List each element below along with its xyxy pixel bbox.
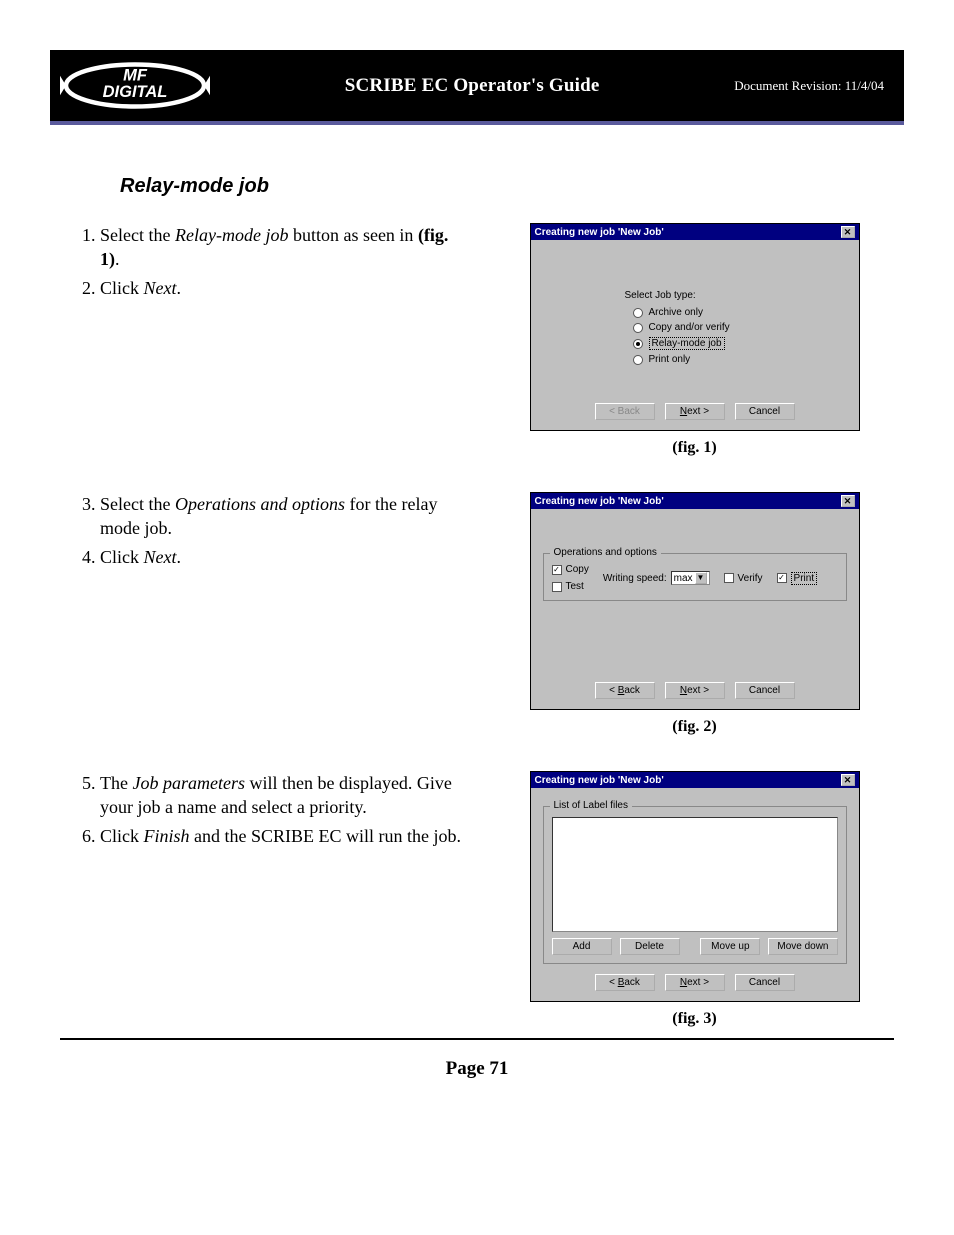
move-up-button[interactable]: Move up <box>700 938 760 955</box>
back-button[interactable]: < Back <box>595 974 655 991</box>
step-6: Click Finish and the SCRIBE EC will run … <box>100 824 465 848</box>
delete-button[interactable]: Delete <box>620 938 680 955</box>
writing-speed-select[interactable]: max ▼ <box>671 571 710 585</box>
add-button[interactable]: Add <box>552 938 612 955</box>
row-fig2: Select the Operations and options for th… <box>60 492 894 736</box>
step-4: Click Next. <box>100 545 465 569</box>
step-5: The Job parameters will then be displaye… <box>100 771 465 820</box>
checkbox-print[interactable]: Print <box>777 572 818 585</box>
groupbox-title: Operations and options <box>550 547 661 558</box>
cancel-button[interactable]: Cancel <box>735 403 795 420</box>
dialog-title-text: Creating new job 'New Job' <box>535 775 664 786</box>
operations-groupbox: Operations and options Copy T <box>543 553 847 601</box>
chevron-down-icon: ▼ <box>695 572 707 584</box>
dialog-title-text: Creating new job 'New Job' <box>535 496 664 507</box>
row-fig3: The Job parameters will then be displaye… <box>60 771 894 1028</box>
instructions-block-3: The Job parameters will then be displaye… <box>60 771 465 852</box>
next-button[interactable]: Next > <box>665 403 725 420</box>
select-job-type-label: Select Job type: <box>625 290 765 301</box>
radio-icon <box>633 308 643 318</box>
dialog-fig1: Creating new job 'New Job' ✕ Select Job … <box>530 223 860 431</box>
next-button[interactable]: Next > <box>665 974 725 991</box>
close-icon[interactable]: ✕ <box>841 226 855 238</box>
close-icon[interactable]: ✕ <box>841 495 855 507</box>
fig1-caption: (fig. 1) <box>672 439 716 457</box>
radio-icon <box>633 355 643 365</box>
label-files-listbox[interactable] <box>552 817 838 932</box>
header-title: SCRIBE EC Operator's Guide <box>210 75 734 97</box>
groupbox-title: List of Label files <box>550 800 633 811</box>
radio-archive-only[interactable]: Archive only <box>633 307 765 318</box>
move-down-button[interactable]: Move down <box>768 938 837 955</box>
dialog-title-text: Creating new job 'New Job' <box>535 227 664 238</box>
section-title: Relay-mode job <box>120 175 894 198</box>
logo: MF DIGITAL <box>60 58 210 113</box>
radio-relay-mode[interactable]: Relay-mode job <box>633 337 765 350</box>
radio-copy-verify[interactable]: Copy and/or verify <box>633 322 765 333</box>
header-bar: MF DIGITAL SCRIBE EC Operator's Guide Do… <box>50 50 904 125</box>
dialog-titlebar: Creating new job 'New Job' ✕ <box>531 493 859 509</box>
step-2: Click Next. <box>100 276 465 300</box>
fig2-caption: (fig. 2) <box>672 718 716 736</box>
dialog-fig3: Creating new job 'New Job' ✕ List of Lab… <box>530 771 860 1002</box>
figure-2-column: Creating new job 'New Job' ✕ Operations … <box>495 492 894 736</box>
row-fig1: Select the Relay-mode job button as seen… <box>60 223 894 457</box>
figure-3-column: Creating new job 'New Job' ✕ List of Lab… <box>495 771 894 1028</box>
checkbox-verify[interactable]: Verify <box>724 573 763 584</box>
cancel-button[interactable]: Cancel <box>735 682 795 699</box>
checkbox-icon <box>724 573 734 583</box>
checkbox-icon <box>552 565 562 575</box>
step-3: Select the Operations and options for th… <box>100 492 465 541</box>
checkbox-test[interactable]: Test <box>552 581 589 592</box>
dialog-titlebar: Creating new job 'New Job' ✕ <box>531 224 859 240</box>
writing-speed-row: Writing speed: max ▼ <box>603 571 710 585</box>
revision-date: 11/4/04 <box>845 78 884 93</box>
cancel-button[interactable]: Cancel <box>735 974 795 991</box>
back-button[interactable]: < Back <box>595 682 655 699</box>
instructions-block-2: Select the Operations and options for th… <box>60 492 465 573</box>
label-files-groupbox: List of Label files Add Delete Move up M… <box>543 806 847 964</box>
dialog-fig2: Creating new job 'New Job' ✕ Operations … <box>530 492 860 710</box>
revision-label: Document Revision: <box>734 78 845 93</box>
radio-icon <box>633 339 643 349</box>
footer-rule <box>60 1038 894 1040</box>
dialog-titlebar: Creating new job 'New Job' ✕ <box>531 772 859 788</box>
fig3-caption: (fig. 3) <box>672 1010 716 1028</box>
page-number: Page 71 <box>60 1058 894 1080</box>
next-button[interactable]: Next > <box>665 682 725 699</box>
svg-text:MF: MF <box>123 66 148 84</box>
checkbox-icon <box>552 582 562 592</box>
radio-print-only[interactable]: Print only <box>633 354 765 365</box>
close-icon[interactable]: ✕ <box>841 774 855 786</box>
header-revision: Document Revision: 11/4/04 <box>734 78 884 94</box>
checkbox-icon <box>777 573 787 583</box>
mf-digital-logo-icon: MF DIGITAL <box>60 58 210 113</box>
svg-text:DIGITAL: DIGITAL <box>103 83 168 101</box>
step-1: Select the Relay-mode job button as seen… <box>100 223 465 272</box>
instructions-block-1: Select the Relay-mode job button as seen… <box>60 223 465 304</box>
writing-speed-label: Writing speed: <box>603 573 667 584</box>
checkbox-copy[interactable]: Copy <box>552 564 589 575</box>
figure-1-column: Creating new job 'New Job' ✕ Select Job … <box>495 223 894 457</box>
back-button: < Back <box>595 403 655 420</box>
radio-icon <box>633 323 643 333</box>
